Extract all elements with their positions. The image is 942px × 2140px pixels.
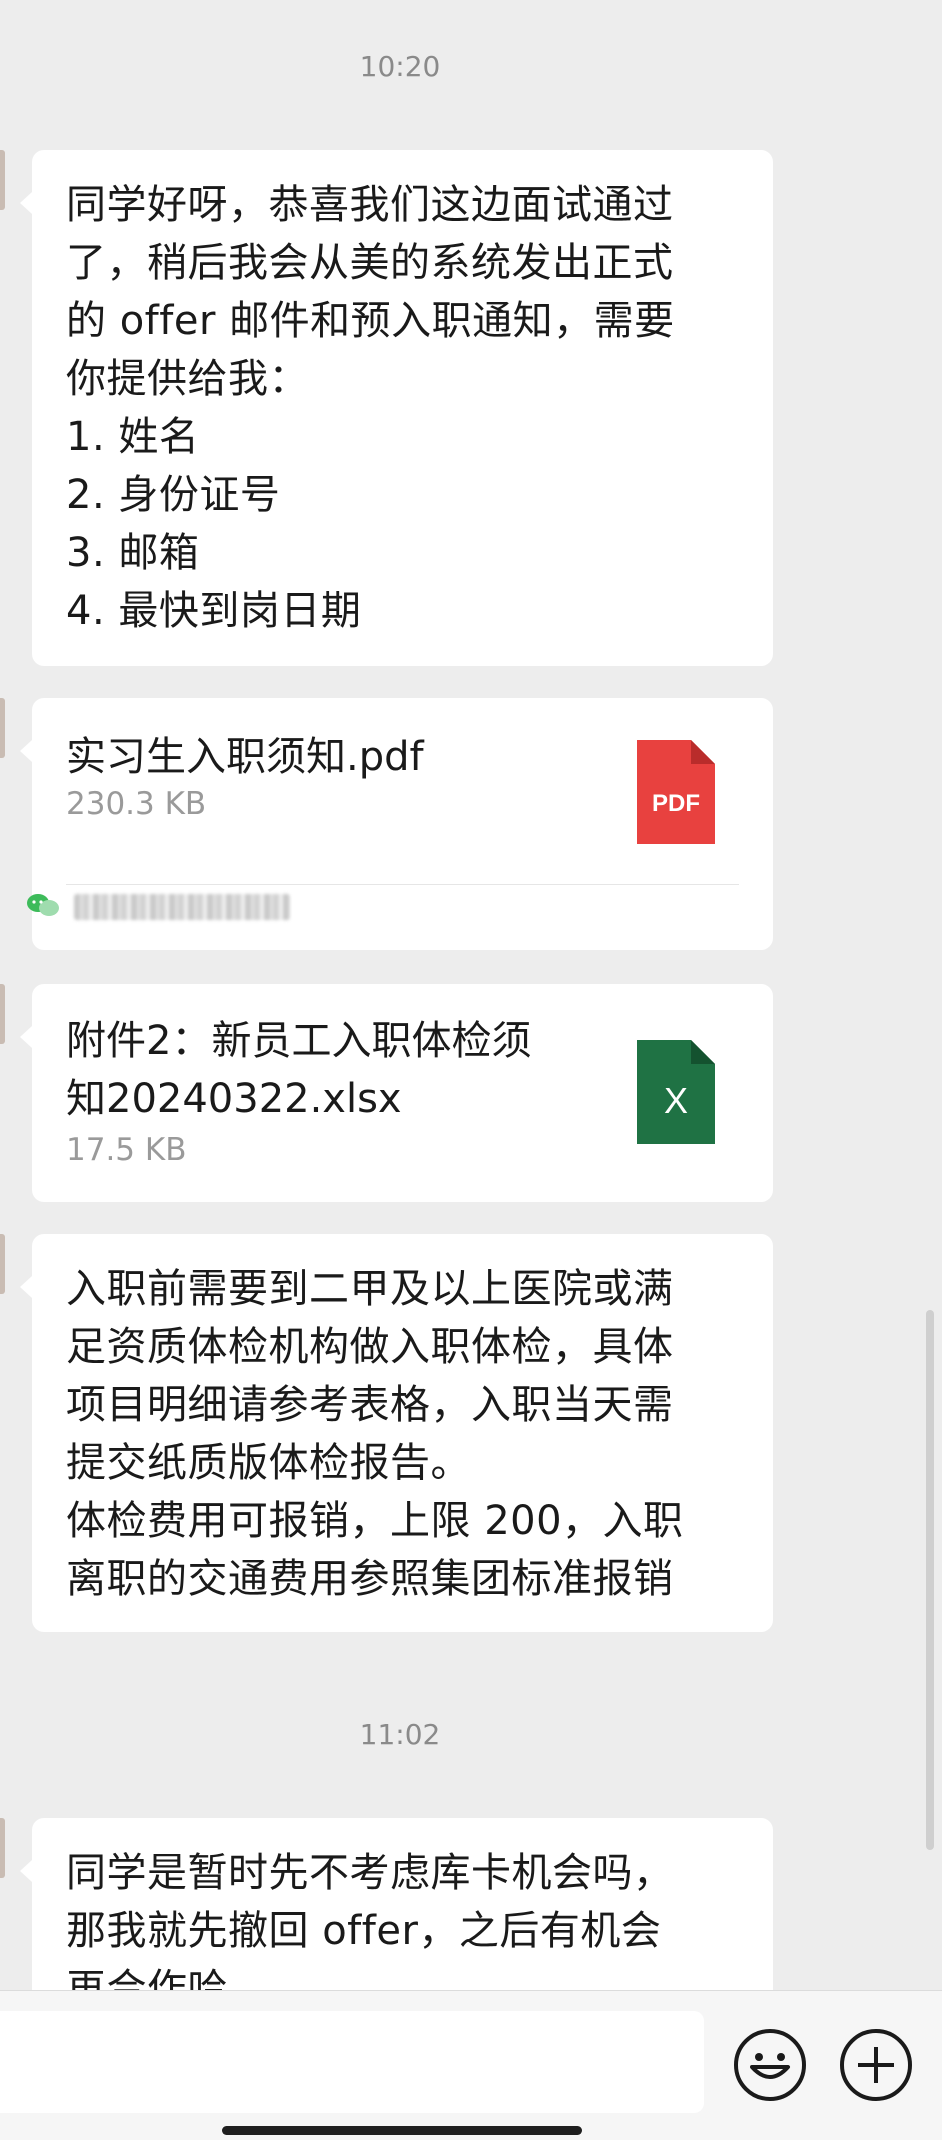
message-bubble[interactable]: 同学是暂时先不考虑库卡机会吗， 那我就先撤回 offer，之后有机会 再合作哈 (20, 1818, 773, 1990)
pdf-file-icon: PDF (637, 740, 715, 844)
add-button[interactable] (840, 2029, 912, 2101)
chat-input-bar (0, 1990, 942, 2140)
message-text: 同学好呀，恭喜我们这边面试通过 了，稍后我会从美的系统发出正式 的 offer … (66, 182, 675, 634)
wechat-logo-icon (26, 892, 60, 918)
sender-avatar[interactable] (0, 984, 5, 1044)
emoji-icon (750, 2053, 790, 2079)
file-size: 17.5 KB (66, 1132, 187, 1168)
file-name: 附件2：新员工入职体检须 知20240322.xlsx (66, 1018, 532, 1122)
timestamp: 11:02 (359, 1718, 441, 1751)
message-text: 入职前需要到二甲及以上医院或满 足资质体检机构做入职体检，具体 项目明细请参考表… (66, 1266, 684, 1602)
message-input[interactable] (0, 2011, 704, 2113)
file-size: 230.3 KB (66, 786, 207, 822)
chat-message-list[interactable]: 10:20 同学好呀，恭喜我们这边面试通过 了，稍后我会从美的系统发出正式 的 … (0, 0, 942, 1990)
excel-file-icon: X (637, 1040, 715, 1144)
sender-avatar[interactable] (0, 1818, 5, 1878)
add-icon (858, 2047, 894, 2083)
timestamp: 10:20 (359, 50, 441, 83)
message-text: 同学是暂时先不考虑库卡机会吗， 那我就先撤回 offer，之后有机会 再合作哈 (66, 1850, 674, 1990)
emoji-button[interactable] (734, 2029, 806, 2101)
home-indicator (222, 2126, 582, 2135)
source-name-blurred (74, 894, 290, 920)
sender-avatar[interactable] (0, 1234, 5, 1294)
card-divider (66, 884, 739, 885)
message-bubble[interactable]: 同学好呀，恭喜我们这边面试通过 了，稍后我会从美的系统发出正式 的 offer … (20, 150, 773, 666)
sender-avatar[interactable] (0, 150, 5, 210)
file-name: 实习生入职须知.pdf (66, 734, 424, 780)
pdf-file-icon-label: PDF (652, 790, 700, 817)
message-bubble[interactable]: 入职前需要到二甲及以上医院或满 足资质体检机构做入职体检，具体 项目明细请参考表… (20, 1234, 773, 1632)
scrollbar[interactable] (926, 1310, 934, 1850)
sender-avatar[interactable] (0, 698, 5, 758)
file-card-xlsx[interactable]: 附件2：新员工入职体检须 知20240322.xlsx 17.5 KB X (20, 984, 773, 1202)
excel-file-icon-label: X (663, 1080, 688, 1121)
